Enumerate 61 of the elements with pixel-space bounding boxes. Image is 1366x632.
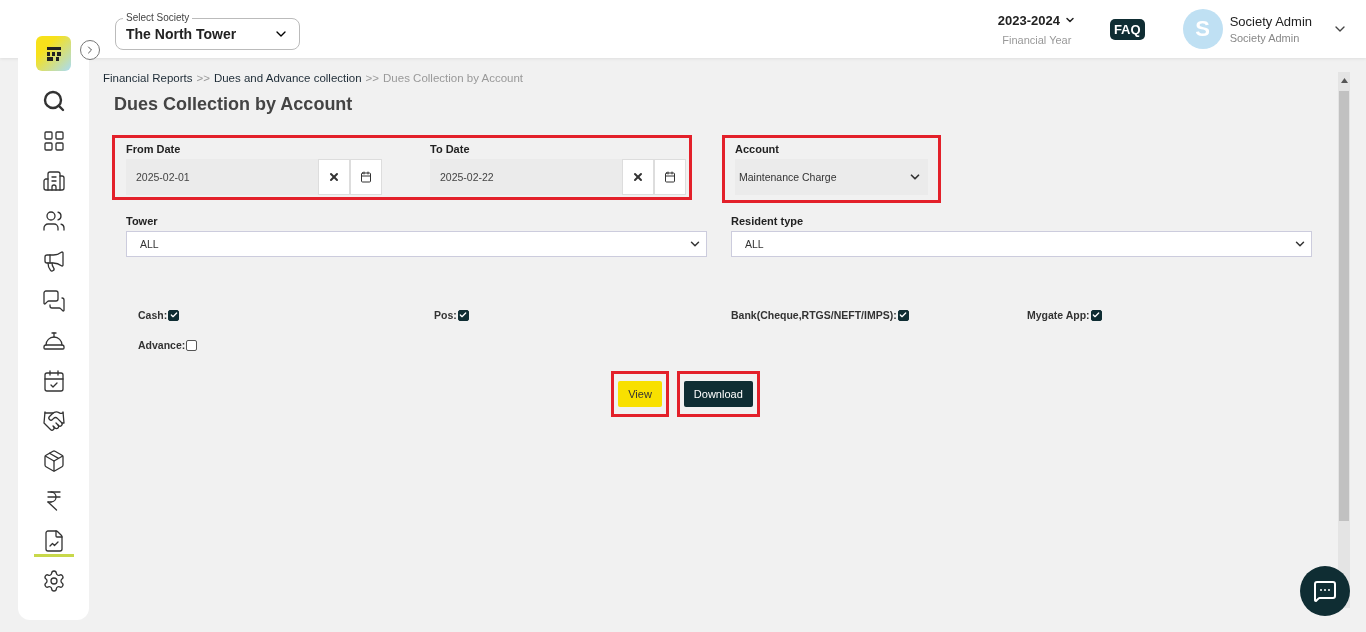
user-name: Society Admin xyxy=(1229,14,1312,29)
checkbox[interactable] xyxy=(897,309,909,321)
breadcrumb-link[interactable]: Financial Reports xyxy=(103,72,193,84)
calendar-button[interactable] xyxy=(350,159,382,195)
resident-type-select[interactable]: ALL xyxy=(731,231,1312,257)
download-button[interactable]: Download xyxy=(683,381,753,407)
grid-icon xyxy=(41,128,66,153)
checkbox-label: Pos: xyxy=(434,309,457,321)
chat-icon xyxy=(1313,579,1337,603)
settings-icon xyxy=(41,568,66,593)
building-icon xyxy=(41,168,66,193)
scrollbar[interactable] xyxy=(1338,72,1350,608)
clear-icon xyxy=(632,171,644,183)
calendar-button[interactable] xyxy=(654,159,686,195)
checkbox[interactable] xyxy=(1090,309,1102,321)
chat-icon xyxy=(41,288,66,313)
checkbox-label: Bank(Cheque,RTGS/NEFT/IMPS): xyxy=(731,309,897,321)
financial-year-select[interactable]: 2023-2024 xyxy=(997,12,1076,28)
check-icon xyxy=(899,311,908,319)
clear-button[interactable] xyxy=(318,159,350,195)
view-button[interactable]: View xyxy=(618,381,662,407)
date-field[interactable]: 2025-02-01 xyxy=(126,159,318,195)
handshake-icon xyxy=(41,408,66,433)
checkbox[interactable] xyxy=(457,309,469,321)
people-icon xyxy=(41,208,66,233)
date-field[interactable]: 2025-02-22 xyxy=(430,159,622,195)
society-select-label: Select Society xyxy=(123,11,193,24)
scroll-up-icon xyxy=(1340,78,1348,83)
field-label: Resident type xyxy=(731,215,805,227)
field-label: To Date xyxy=(430,143,471,155)
check-icon xyxy=(1092,311,1101,319)
search-icon xyxy=(41,88,66,113)
breadcrumb-link[interactable]: Dues and Advance collection xyxy=(213,72,362,84)
checkbox-label: Mygate App: xyxy=(1027,309,1090,321)
breadcrumb-separator: >> xyxy=(196,72,210,84)
field-label: From Date xyxy=(126,143,182,155)
financial-year-caption: Financial Year xyxy=(1002,33,1072,46)
field-label: Tower xyxy=(126,215,159,227)
breadcrumb-current: Dues Collection by Account xyxy=(383,72,524,84)
user-role: Society Admin xyxy=(1229,32,1301,44)
checkbox-label: Advance: xyxy=(138,339,186,351)
box-icon xyxy=(41,448,66,473)
account-select[interactable]: Maintenance Charge xyxy=(735,159,928,195)
check-icon xyxy=(459,311,468,319)
clear-button[interactable] xyxy=(622,159,654,195)
checkbox[interactable] xyxy=(186,339,198,351)
calendar-icon xyxy=(41,368,66,393)
megaphone-icon xyxy=(41,248,66,273)
check-icon xyxy=(169,311,178,319)
checkbox[interactable] xyxy=(168,309,180,321)
field-label: Account xyxy=(735,143,780,155)
app-logo xyxy=(36,36,71,71)
clear-icon xyxy=(328,171,340,183)
chat-button[interactable] xyxy=(1300,566,1350,616)
checkbox-label: Cash: xyxy=(138,309,168,321)
tower-select[interactable]: ALL xyxy=(126,231,707,257)
calendar-icon xyxy=(664,171,676,183)
breadcrumb-separator: >> xyxy=(365,72,380,84)
calendar-icon xyxy=(360,171,372,183)
nav-item[interactable] xyxy=(33,527,74,557)
page-title: Dues Collection by Account xyxy=(114,94,354,115)
